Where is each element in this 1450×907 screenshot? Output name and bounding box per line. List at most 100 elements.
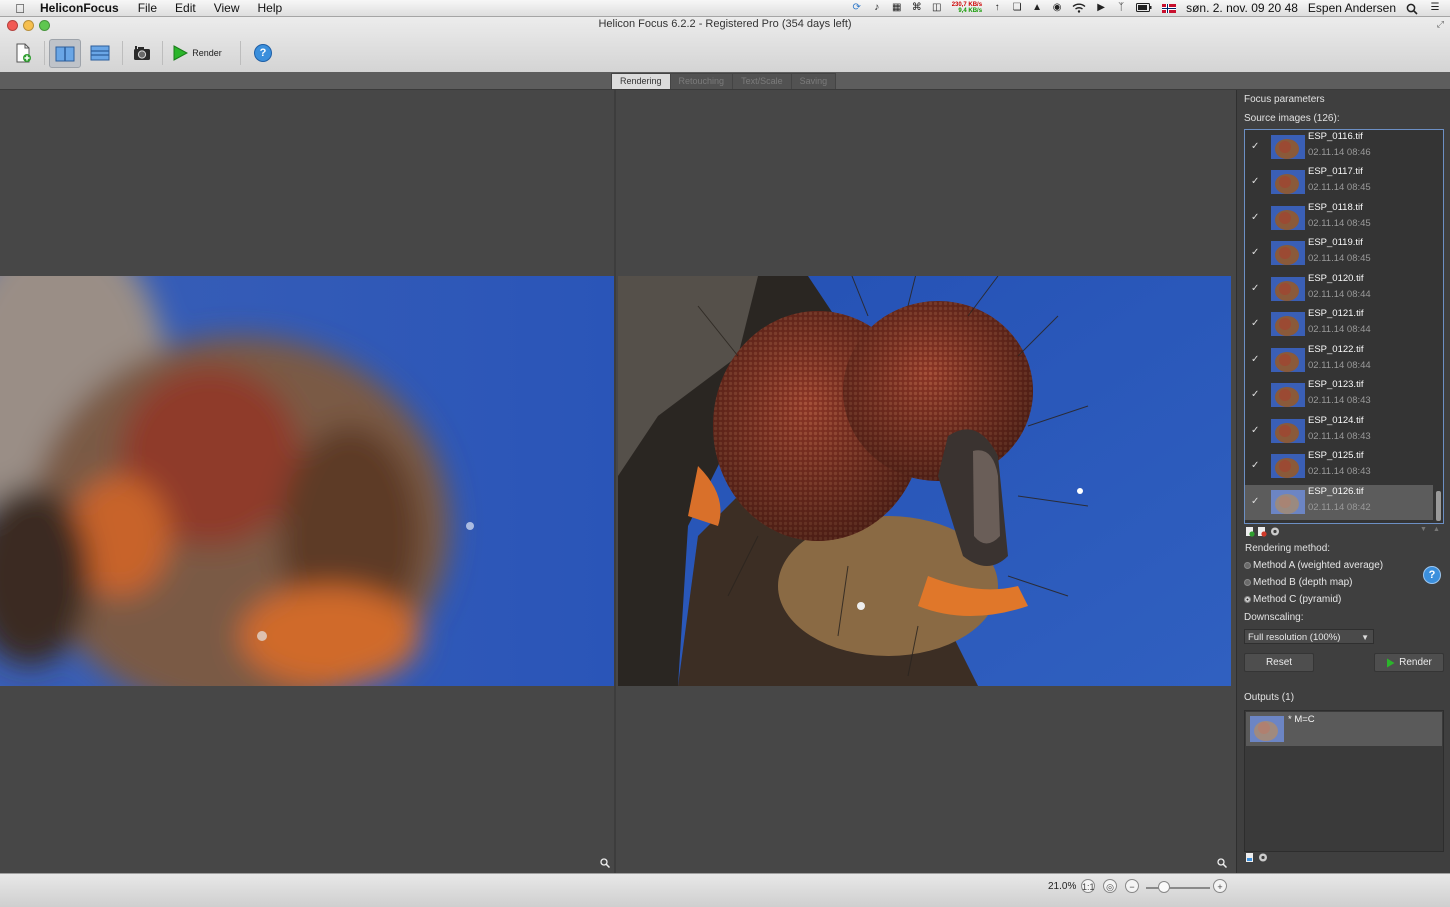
check-icon[interactable]: ✓ xyxy=(1251,142,1260,152)
output-thumbnail xyxy=(1250,716,1284,742)
tab-saving[interactable]: Saving xyxy=(790,73,837,89)
menu-help[interactable]: Help xyxy=(249,1,292,15)
source-image-date: 02.11.14 08:44 xyxy=(1308,360,1371,371)
stacked-view-button[interactable] xyxy=(85,39,115,66)
window-title: Helicon Focus 6.2.2 - Registered Pro (35… xyxy=(598,18,852,30)
norway-flag-icon[interactable] xyxy=(1162,3,1177,13)
source-image-item[interactable]: ✓ ESP_0117.tif 02.11.14 08:45 xyxy=(1245,165,1433,200)
play-icon xyxy=(173,44,189,61)
actual-size-icon[interactable]: 1:1 xyxy=(1081,879,1095,893)
app-menu[interactable]: HeliconFocus xyxy=(40,1,129,15)
output-tools xyxy=(1246,853,1267,862)
fullscreen-icon[interactable]: ⤢ xyxy=(1437,19,1444,30)
reset-button[interactable]: Reset xyxy=(1244,653,1314,672)
source-image-item[interactable]: ✓ ESP_0120.tif 02.11.14 08:44 xyxy=(1245,272,1433,307)
method-c-radio[interactable]: Method C (pyramid) xyxy=(1244,594,1341,605)
network-speed[interactable]: 230,7 KB/s 9,4 KB/s xyxy=(952,2,982,14)
source-image-item[interactable]: ✓ ESP_0121.tif 02.11.14 08:44 xyxy=(1245,307,1433,342)
volume-icon[interactable]: ▶ xyxy=(1096,3,1106,13)
list-scroll-down-icon[interactable]: ▼ xyxy=(1420,526,1427,533)
binoculars-icon[interactable]: ◉ xyxy=(1052,3,1062,13)
device-icon[interactable]: ▦ xyxy=(892,3,902,13)
zoom-left-icon[interactable] xyxy=(600,858,610,868)
output-item[interactable]: * M=C xyxy=(1246,712,1442,746)
menu-file[interactable]: File xyxy=(129,1,166,15)
tab-rendering[interactable]: Rendering xyxy=(611,73,671,89)
method-a-label: Method A (weighted average) xyxy=(1253,560,1384,571)
check-icon[interactable]: ✓ xyxy=(1251,248,1260,258)
check-icon[interactable]: ✓ xyxy=(1251,319,1260,329)
spotlight-search-icon[interactable] xyxy=(1406,3,1418,15)
menu-edit[interactable]: Edit xyxy=(166,1,205,15)
downscaling-select[interactable]: Full resolution (100%) ▼ xyxy=(1244,629,1374,644)
source-image-date: 02.11.14 08:44 xyxy=(1308,289,1371,300)
outputs-list[interactable]: * M=C xyxy=(1244,710,1444,852)
apple-menu-icon[interactable]:  xyxy=(0,1,40,16)
clock[interactable]: søn. 2. nov. 09 20 48 xyxy=(1186,1,1298,15)
user-name[interactable]: Espen Andersen xyxy=(1308,1,1396,15)
output-save-icon[interactable] xyxy=(1246,853,1253,862)
output-settings-icon[interactable] xyxy=(1259,853,1267,862)
radio-off-icon xyxy=(1244,579,1251,586)
viewer-divider[interactable] xyxy=(614,90,616,873)
check-icon[interactable]: ✓ xyxy=(1251,497,1260,507)
source-image-item-selected[interactable]: ✓ ESP_0126.tif 02.11.14 08:42 xyxy=(1245,485,1433,520)
source-image-item[interactable]: ✓ ESP_0124.tif 02.11.14 08:43 xyxy=(1245,414,1433,449)
render-panel-button[interactable]: Render xyxy=(1374,653,1444,672)
side-by-side-view-button[interactable] xyxy=(49,39,81,68)
remove-source-icon[interactable] xyxy=(1258,527,1267,537)
drive-icon[interactable]: ▲ xyxy=(1032,3,1042,13)
source-settings-icon[interactable] xyxy=(1271,527,1279,536)
zoom-slider-track[interactable] xyxy=(1146,887,1210,889)
menu-view[interactable]: View xyxy=(205,1,249,15)
zoom-out-icon[interactable]: − xyxy=(1125,879,1139,893)
source-image-name: ESP_0119.tif xyxy=(1308,237,1363,248)
add-source-icon[interactable] xyxy=(1246,527,1255,537)
downscaling-value: Full resolution (100%) xyxy=(1248,632,1341,643)
help-button[interactable]: ? xyxy=(250,39,276,66)
wifi-icon[interactable] xyxy=(1072,3,1086,13)
clipboard-icon[interactable]: ◫ xyxy=(932,3,942,13)
zoom-slider-knob[interactable] xyxy=(1158,881,1170,893)
bluetooth-icon[interactable]: ᛉ xyxy=(1116,3,1126,13)
check-icon[interactable]: ✓ xyxy=(1251,177,1260,187)
tab-strip: Rendering Retouching Text/Scale Saving xyxy=(0,72,1450,90)
usb-icon[interactable]: ↑ xyxy=(992,3,1002,13)
fit-to-window-icon[interactable]: ◎ xyxy=(1103,879,1117,893)
method-b-radio[interactable]: Method B (depth map) xyxy=(1244,577,1353,588)
method-a-radio[interactable]: Method A (weighted average) xyxy=(1244,560,1383,571)
method-help-icon[interactable]: ? xyxy=(1423,566,1441,584)
source-list-scrollbar[interactable] xyxy=(1436,491,1441,521)
source-image-preview[interactable] xyxy=(0,276,614,686)
windows-icon[interactable]: ❏ xyxy=(1012,3,1022,13)
grid-icon[interactable]: ⌘ xyxy=(912,3,922,13)
zoom-in-icon[interactable]: + xyxy=(1213,879,1227,893)
source-image-item[interactable]: ✓ ESP_0125.tif 02.11.14 08:43 xyxy=(1245,449,1433,484)
tab-text-scale[interactable]: Text/Scale xyxy=(732,73,792,89)
source-image-item[interactable]: ✓ ESP_0116.tif 02.11.14 08:46 xyxy=(1245,130,1433,165)
list-scroll-up-icon[interactable]: ▲ xyxy=(1433,526,1440,533)
source-image-item[interactable]: ✓ ESP_0118.tif 02.11.14 08:45 xyxy=(1245,201,1433,236)
check-icon[interactable]: ✓ xyxy=(1251,461,1260,471)
source-image-item[interactable]: ✓ ESP_0122.tif 02.11.14 08:44 xyxy=(1245,343,1433,378)
check-icon[interactable]: ✓ xyxy=(1251,426,1260,436)
source-image-item[interactable]: ✓ ESP_0119.tif 02.11.14 08:45 xyxy=(1245,236,1433,271)
thumbnail xyxy=(1271,419,1305,443)
tab-retouching[interactable]: Retouching xyxy=(669,73,734,89)
camera-button[interactable] xyxy=(128,39,156,66)
check-icon[interactable]: ✓ xyxy=(1251,284,1260,294)
render-toolbar-button[interactable]: Render xyxy=(168,39,226,66)
zoom-right-icon[interactable] xyxy=(1217,858,1227,868)
result-image-preview[interactable] xyxy=(618,276,1231,686)
music-note-icon[interactable]: ♪ xyxy=(872,3,882,13)
battery-icon[interactable] xyxy=(1136,3,1152,13)
sync-icon[interactable]: ⟳ xyxy=(852,3,862,13)
zoom-percentage: 21.0% xyxy=(1048,881,1077,892)
add-images-button[interactable] xyxy=(9,39,37,66)
check-icon[interactable]: ✓ xyxy=(1251,213,1260,223)
source-image-item[interactable]: ✓ ESP_0123.tif 02.11.14 08:43 xyxy=(1245,378,1433,413)
check-icon[interactable]: ✓ xyxy=(1251,355,1260,365)
notification-center-icon[interactable]: ☰ xyxy=(1428,3,1442,13)
source-images-list[interactable]: ✓ ESP_0116.tif 02.11.14 08:46 ✓ ESP_0117… xyxy=(1244,129,1444,524)
check-icon[interactable]: ✓ xyxy=(1251,390,1260,400)
